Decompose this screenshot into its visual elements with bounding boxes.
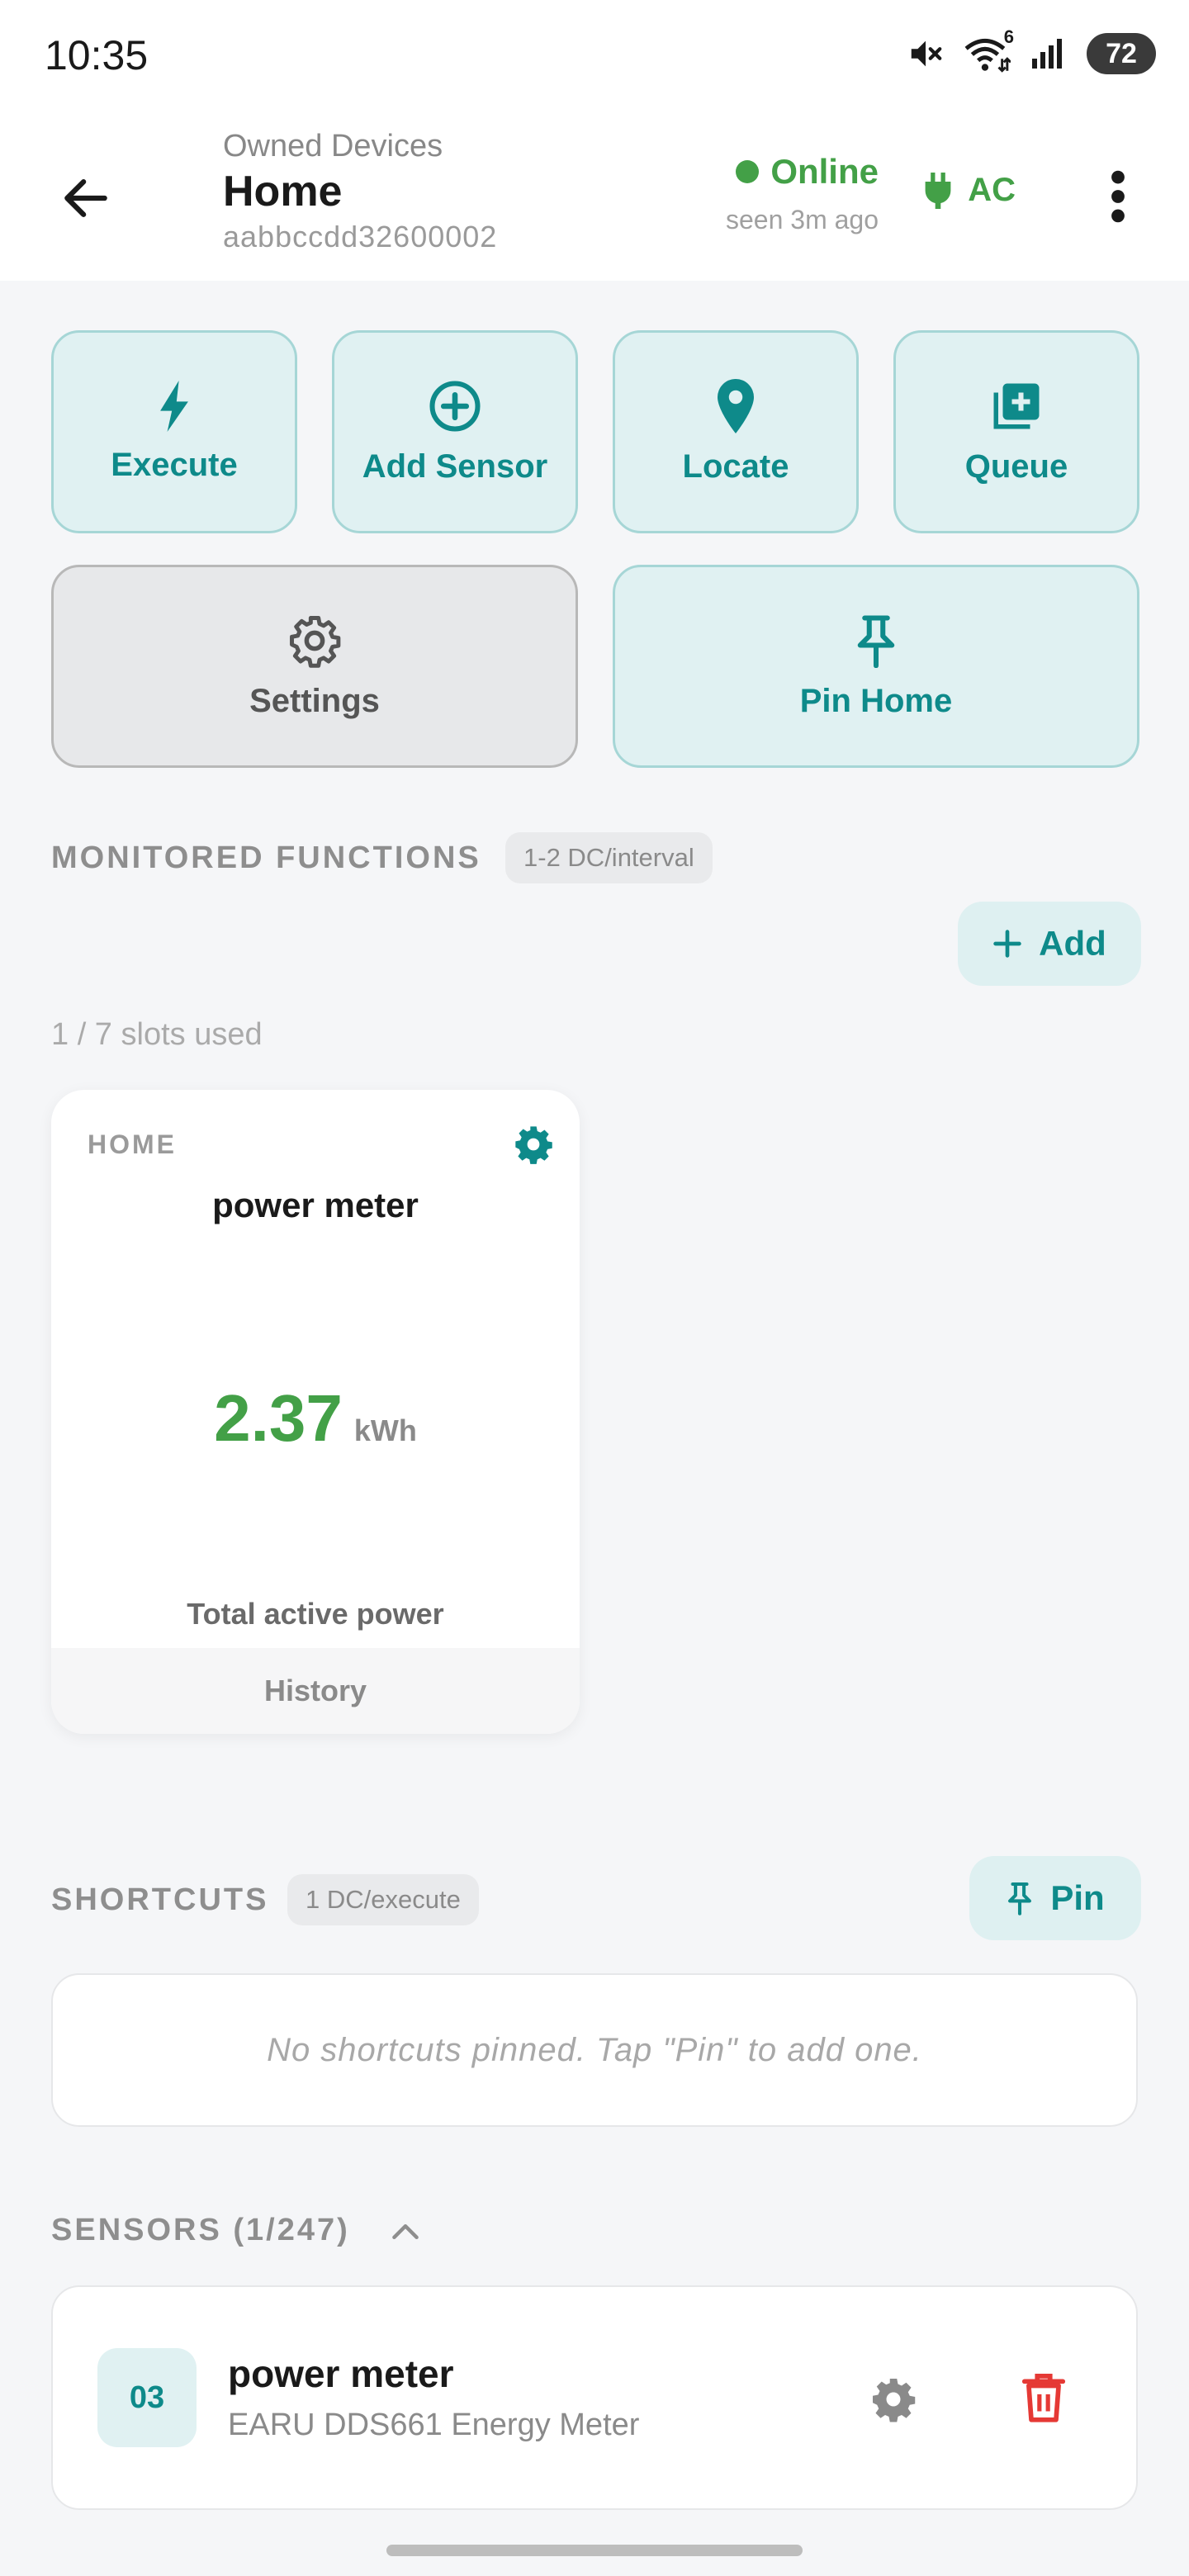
- shortcuts-cost-chip: 1 DC/execute: [287, 1874, 479, 1925]
- monitor-reading: 2.37 kWh: [51, 1380, 580, 1456]
- monitor-card-name: power meter: [212, 1186, 419, 1224]
- library-add-icon: [993, 383, 1040, 429]
- sensor-delete-button[interactable]: [1021, 2373, 1066, 2428]
- add-monitor-button[interactable]: Add: [958, 902, 1141, 986]
- settings-button[interactable]: Settings: [51, 565, 578, 768]
- sensor-settings-button[interactable]: [869, 2375, 918, 2428]
- status-bar: 10:35 6 72: [0, 0, 1189, 112]
- queue-label: Queue: [964, 447, 1068, 485]
- last-seen: seen 3m ago: [725, 205, 879, 234]
- monitor-unit: kWh: [353, 1413, 417, 1447]
- sensors-title: SENSORS (1/247): [51, 2213, 350, 2247]
- sensor-name: power meter: [228, 2352, 454, 2395]
- more-options-button[interactable]: [1077, 155, 1159, 238]
- monitor-card-location: HOME: [88, 1129, 177, 1159]
- shortcuts-empty-state: No shortcuts pinned. Tap "Pin" to add on…: [51, 1973, 1138, 2127]
- queue-button[interactable]: Queue: [893, 330, 1139, 533]
- online-status-label: Online: [770, 152, 879, 191]
- more-vert-icon: [1111, 170, 1125, 223]
- bolt-icon: [160, 380, 188, 432]
- pushpin-icon: [857, 614, 895, 668]
- plug-icon: [925, 172, 951, 209]
- gear-icon: [290, 615, 341, 668]
- gear-icon: [873, 2379, 916, 2422]
- power-source-label: AC: [968, 172, 1016, 208]
- locate-button[interactable]: Locate: [613, 330, 859, 533]
- back-button[interactable]: [51, 163, 121, 233]
- location-pin-icon: [718, 378, 754, 433]
- monitor-value: 2.37: [214, 1381, 343, 1455]
- wifi-badge: 6: [1003, 26, 1014, 47]
- status-icons: 6 72: [907, 26, 1156, 74]
- trash-icon: [1021, 2374, 1066, 2422]
- pin-home-label: Pin Home: [799, 682, 953, 719]
- monitor-settings-button[interactable]: [512, 1123, 555, 1170]
- sensor-number-badge: 03: [97, 2348, 197, 2447]
- status-time: 10:35: [45, 32, 149, 78]
- wifi-icon: 6: [963, 26, 1014, 73]
- monitor-description: Total active power: [187, 1597, 444, 1631]
- app-header: Owned Devices Home aabbccdd32600002 Onli…: [0, 112, 1189, 281]
- pin-home-button[interactable]: Pin Home: [613, 565, 1139, 768]
- chevron-up-icon: [392, 2223, 419, 2240]
- online-dot-icon: [736, 160, 760, 183]
- add-monitor-label: Add: [1039, 924, 1106, 963]
- breadcrumb: Owned Devices: [223, 129, 443, 163]
- shortcuts-title: SHORTCUTS: [51, 1882, 269, 1917]
- pushpin-icon: [1008, 1882, 1032, 1915]
- locate-label: Locate: [682, 447, 789, 485]
- signal-icon: [1029, 35, 1068, 73]
- gear-icon: [515, 1126, 552, 1164]
- home-indicator[interactable]: [386, 2545, 803, 2556]
- add-sensor-label: Add Sensor: [362, 447, 548, 485]
- collapse-sensors-button[interactable]: [385, 2213, 426, 2251]
- page-title: Home: [223, 168, 343, 215]
- settings-label: Settings: [249, 682, 380, 719]
- pin-shortcut-label: Pin: [1050, 1878, 1105, 1917]
- sensor-row[interactable]: 03 power meter EARU DDS661 Energy Meter: [51, 2285, 1138, 2510]
- arrow-left-icon: [64, 179, 107, 217]
- mute-icon: [907, 35, 945, 73]
- power-source: AC: [923, 172, 1016, 209]
- online-status: Online: [736, 152, 879, 192]
- plus-icon: [993, 930, 1021, 958]
- execute-button[interactable]: Execute: [51, 330, 297, 533]
- slots-used: 1 / 7 slots used: [51, 1017, 263, 1052]
- monitored-cost-chip: 1-2 DC/interval: [505, 832, 713, 883]
- add-sensor-button[interactable]: Add Sensor: [332, 330, 578, 533]
- monitor-card[interactable]: HOME power meter 2.37 kWh Total active p…: [51, 1090, 580, 1734]
- add-circle-icon: [429, 380, 481, 432]
- battery-indicator: 72: [1087, 33, 1156, 74]
- device-id: aabbccdd32600002: [223, 220, 498, 253]
- monitored-functions-title: MONITORED FUNCTIONS: [51, 841, 481, 875]
- sensor-model: EARU DDS661 Energy Meter: [228, 2408, 640, 2442]
- execute-label: Execute: [111, 446, 238, 483]
- history-button[interactable]: History: [51, 1648, 580, 1734]
- pin-shortcut-button[interactable]: Pin: [969, 1856, 1141, 1940]
